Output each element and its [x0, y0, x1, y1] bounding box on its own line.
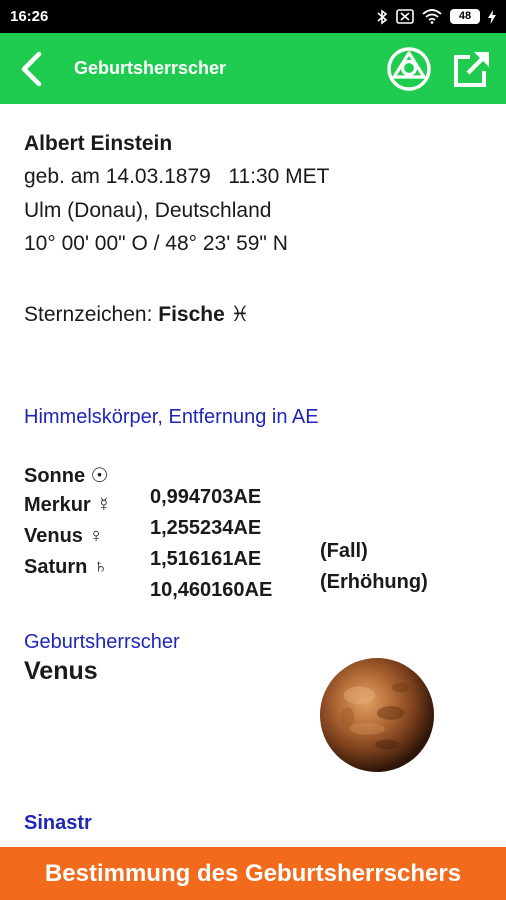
coordinates: 10° 00' 00" O / 48° 23' 59" N: [24, 232, 288, 255]
sim-off-icon: [396, 9, 414, 24]
person-name: Albert Einstein: [24, 132, 173, 155]
ruler-planet-name: Venus: [24, 657, 98, 685]
planet-name: Saturn ♄: [24, 556, 108, 578]
status-bar: 16:26 48: [0, 0, 506, 33]
charging-icon: [488, 9, 496, 24]
share-icon[interactable]: [452, 49, 492, 89]
status-icons: 48: [376, 8, 496, 25]
zodiac-label: Sternzeichen:: [24, 303, 159, 326]
zodiac-sign: Fische ♓: [158, 303, 250, 326]
planet-note: (Fall): [320, 540, 368, 562]
chevron-left-icon: [21, 51, 42, 86]
back-button[interactable]: [0, 33, 62, 104]
bluetooth-icon: [377, 8, 388, 25]
planet-distance: 0,994703AE: [150, 486, 262, 508]
app-bar: Geburtsherrscher: [0, 33, 506, 104]
bodies-section-title: Himmelskörper, Entfernung in AE: [24, 406, 319, 428]
birth-place: Ulm (Donau), Deutschland: [24, 199, 272, 222]
venus-planet-image: [319, 657, 435, 773]
status-time: 16:26: [10, 8, 49, 25]
ruler-section-title: Geburtsherrscher: [24, 631, 180, 653]
birth-date: geb. am 14.03.1879 11:30 MET: [24, 165, 330, 188]
planet-distance: 10,460160AE: [150, 579, 273, 601]
zodiac-line: Sternzeichen: Fische ♓: [24, 302, 249, 327]
next-section-title: Sinastr: [24, 812, 92, 834]
planet-distance: 1,255234AE: [150, 517, 262, 539]
planet-distance: 1,516161AE: [150, 548, 262, 570]
bottom-banner-button[interactable]: Bestimmung des Geburtsherrschers: [0, 847, 506, 900]
battery-indicator: 48: [450, 9, 480, 24]
page-title: Geburtsherrscher: [74, 58, 227, 78]
astro-symbol-icon[interactable]: [386, 46, 432, 92]
wifi-icon: [422, 9, 442, 24]
planet-note: (Erhöhung): [320, 571, 428, 593]
